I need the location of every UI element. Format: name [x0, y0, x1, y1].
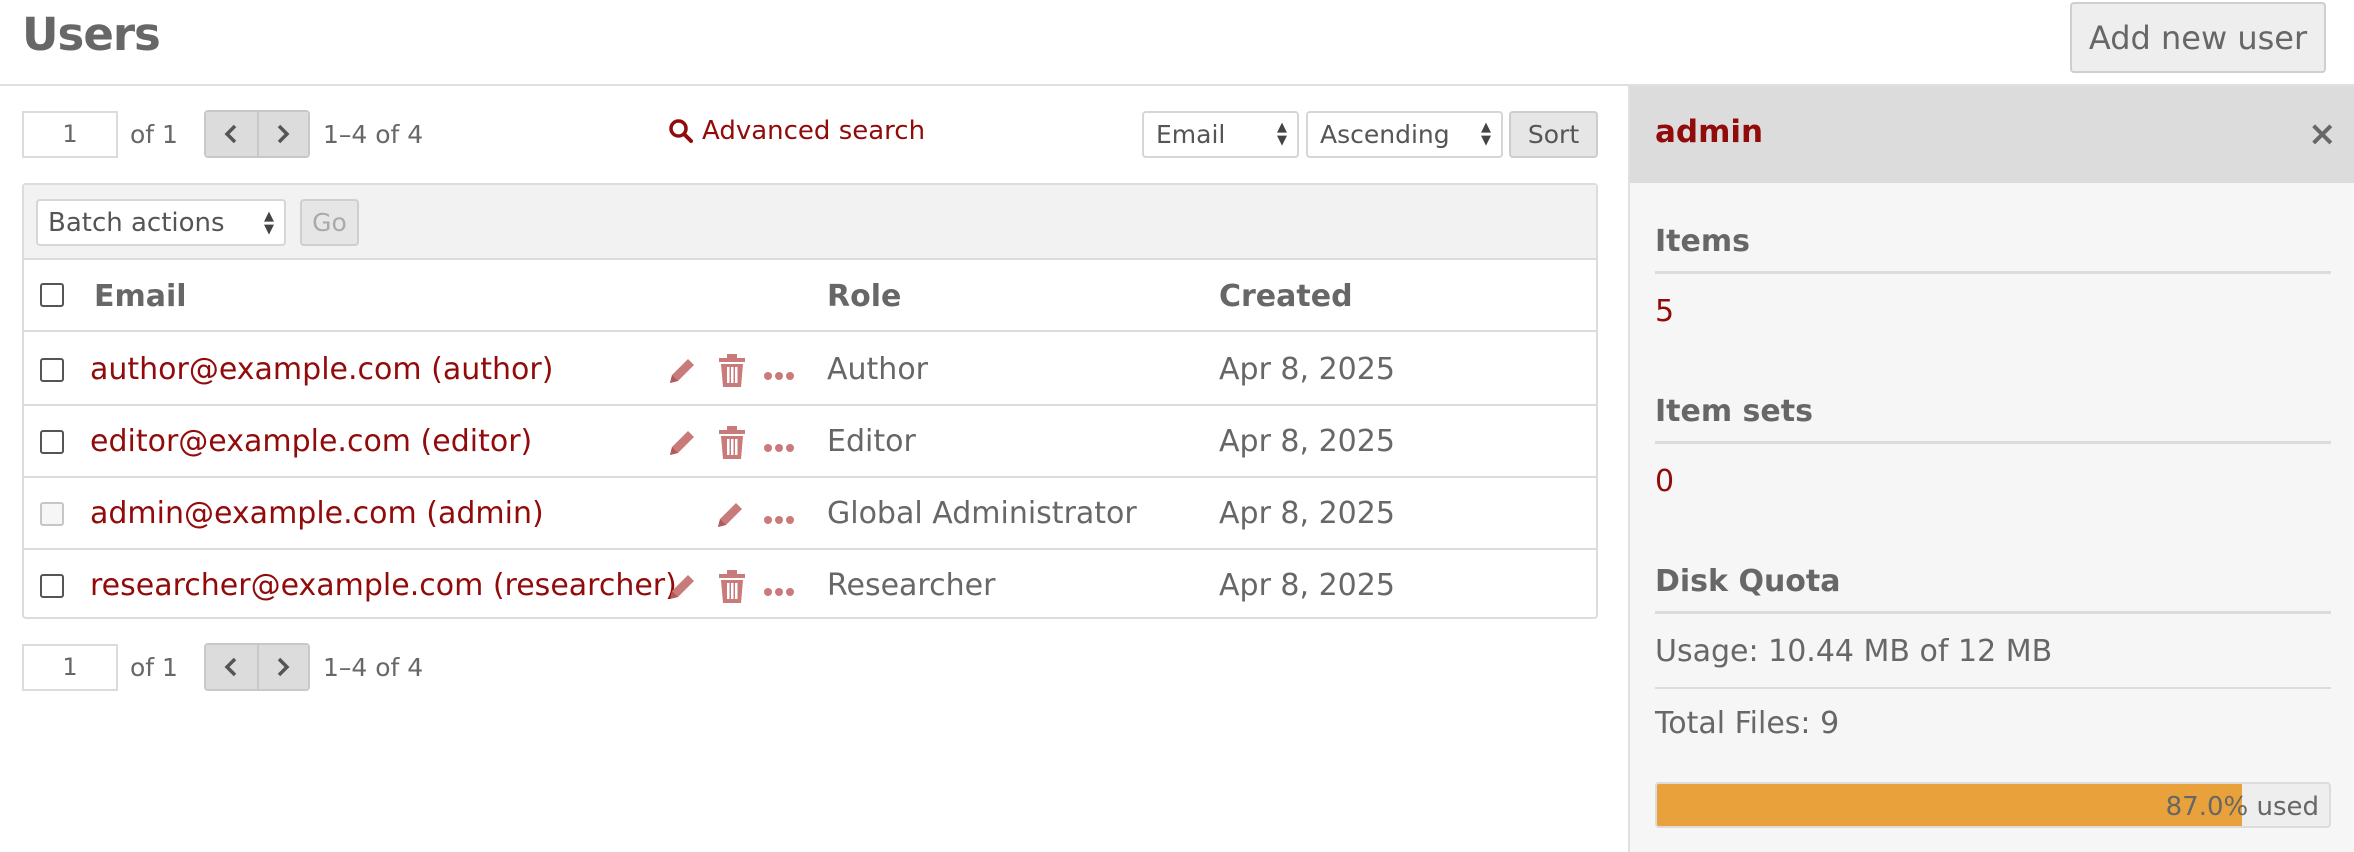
select-all-checkbox[interactable]: [40, 283, 64, 307]
user-created-date: Apr 8, 2025: [1219, 496, 1395, 531]
column-header-role[interactable]: Role: [827, 279, 901, 314]
delete-trash-icon[interactable]: [717, 354, 747, 392]
user-email-link[interactable]: admin@example.com (admin): [90, 496, 544, 531]
items-heading: Items: [1655, 224, 2331, 274]
batch-go-button[interactable]: Go: [300, 199, 359, 246]
add-new-user-button[interactable]: Add new user: [2070, 2, 2326, 73]
close-icon[interactable]: ×: [2308, 114, 2337, 154]
edit-pencil-icon[interactable]: [665, 426, 699, 464]
edit-pencil-icon[interactable]: [665, 570, 699, 608]
disk-quota-heading: Disk Quota: [1655, 564, 2331, 614]
user-created-date: Apr 8, 2025: [1219, 352, 1395, 387]
previous-page-button[interactable]: [205, 645, 257, 689]
user-email-link[interactable]: author@example.com (author): [90, 352, 553, 387]
page-count-label: of 1: [130, 119, 178, 149]
users-table: Batch actions ▲ ▼ Go Email Role Created a…: [22, 183, 1598, 619]
disk-usage-progress-bar: 87.0% used: [1655, 782, 2331, 828]
user-role: Editor: [827, 424, 916, 459]
next-page-button[interactable]: [256, 112, 308, 156]
page-count-label: of 1: [130, 652, 178, 682]
results-range-label: 1–4 of 4: [322, 119, 424, 149]
page-nav-buttons: [203, 643, 310, 691]
progress-label: 87.0% used: [2165, 792, 2319, 822]
batch-actions-value: Batch actions: [48, 207, 225, 238]
user-role: Global Administrator: [827, 496, 1137, 531]
edit-pencil-icon[interactable]: [713, 498, 747, 536]
advanced-search-link[interactable]: Advanced search: [668, 116, 925, 146]
table-row: admin@example.com (admin) Global Adminis…: [24, 478, 1596, 550]
delete-trash-icon[interactable]: [717, 426, 747, 464]
row-checkbox-disabled: [40, 502, 64, 526]
sort-order-value: Ascending: [1320, 120, 1450, 149]
advanced-search-label: Advanced search: [702, 116, 926, 146]
previous-page-button[interactable]: [205, 112, 257, 156]
batch-actions-bar: Batch actions ▲ ▼ Go: [24, 185, 1596, 260]
page-title: Users: [22, 8, 161, 61]
chevron-left-icon: [224, 124, 237, 144]
batch-actions-select[interactable]: Batch actions ▲ ▼: [36, 199, 286, 246]
sidebar-header: admin ×: [1630, 86, 2354, 183]
column-header-email[interactable]: Email: [94, 279, 187, 314]
user-details-sidebar: admin × Items 5 Item sets 0 Disk Quota U…: [1628, 86, 2354, 852]
progress-fill: [1657, 784, 2242, 826]
select-arrows-icon: ▲ ▼: [1277, 120, 1287, 148]
delete-trash-icon[interactable]: [717, 570, 747, 608]
more-actions-icon[interactable]: [763, 366, 795, 385]
pagination-top: 1 of 1 1–4 of 4: [22, 110, 423, 158]
user-role: Researcher: [827, 568, 996, 603]
search-icon: [669, 119, 693, 143]
user-role: Author: [827, 352, 929, 387]
table-header: Email Role Created: [24, 262, 1596, 332]
user-created-date: Apr 8, 2025: [1219, 568, 1395, 603]
sort-order-select[interactable]: Ascending ▲ ▼: [1306, 111, 1503, 158]
row-checkbox[interactable]: [40, 430, 64, 454]
results-range-label: 1–4 of 4: [322, 652, 424, 682]
sort-by-select[interactable]: Email ▲ ▼: [1142, 111, 1299, 158]
more-actions-icon[interactable]: [763, 510, 795, 529]
more-actions-icon[interactable]: [763, 582, 795, 601]
edit-pencil-icon[interactable]: [665, 354, 699, 392]
next-page-button[interactable]: [256, 645, 308, 689]
select-arrows-icon: ▲ ▼: [264, 209, 274, 237]
page-header: Users Add new user: [0, 0, 2354, 86]
chevron-right-icon: [278, 124, 290, 144]
user-email-link[interactable]: researcher@example.com (researcher): [90, 568, 677, 603]
sidebar-title[interactable]: admin: [1655, 114, 1763, 150]
sort-by-value: Email: [1156, 120, 1226, 149]
page-number-input[interactable]: 1: [22, 643, 118, 691]
table-row: researcher@example.com (researcher) Rese…: [24, 550, 1596, 622]
row-checkbox[interactable]: [40, 574, 64, 598]
sort-button[interactable]: Sort: [1509, 111, 1598, 158]
more-actions-icon[interactable]: [763, 438, 795, 457]
items-count-link[interactable]: 5: [1655, 294, 1674, 329]
row-checkbox[interactable]: [40, 358, 64, 382]
page-nav-buttons: [203, 110, 310, 158]
user-created-date: Apr 8, 2025: [1219, 424, 1395, 459]
total-files-text: Total Files: 9: [1655, 706, 1840, 741]
pagination-bottom: 1 of 1 1–4 of 4: [22, 643, 423, 691]
disk-usage-text: Usage: 10.44 MB of 12 MB: [1655, 634, 2331, 689]
item-sets-heading: Item sets: [1655, 394, 2331, 444]
chevron-left-icon: [224, 657, 237, 677]
user-email-link[interactable]: editor@example.com (editor): [90, 424, 532, 459]
select-arrows-icon: ▲ ▼: [1481, 120, 1491, 148]
page-number-input[interactable]: 1: [22, 110, 118, 158]
item-sets-count-link[interactable]: 0: [1655, 464, 1674, 499]
chevron-right-icon: [278, 657, 290, 677]
column-header-created[interactable]: Created: [1219, 279, 1353, 314]
table-row: author@example.com (author) Author Apr 8…: [24, 334, 1596, 406]
table-row: editor@example.com (editor) Editor Apr 8…: [24, 406, 1596, 478]
